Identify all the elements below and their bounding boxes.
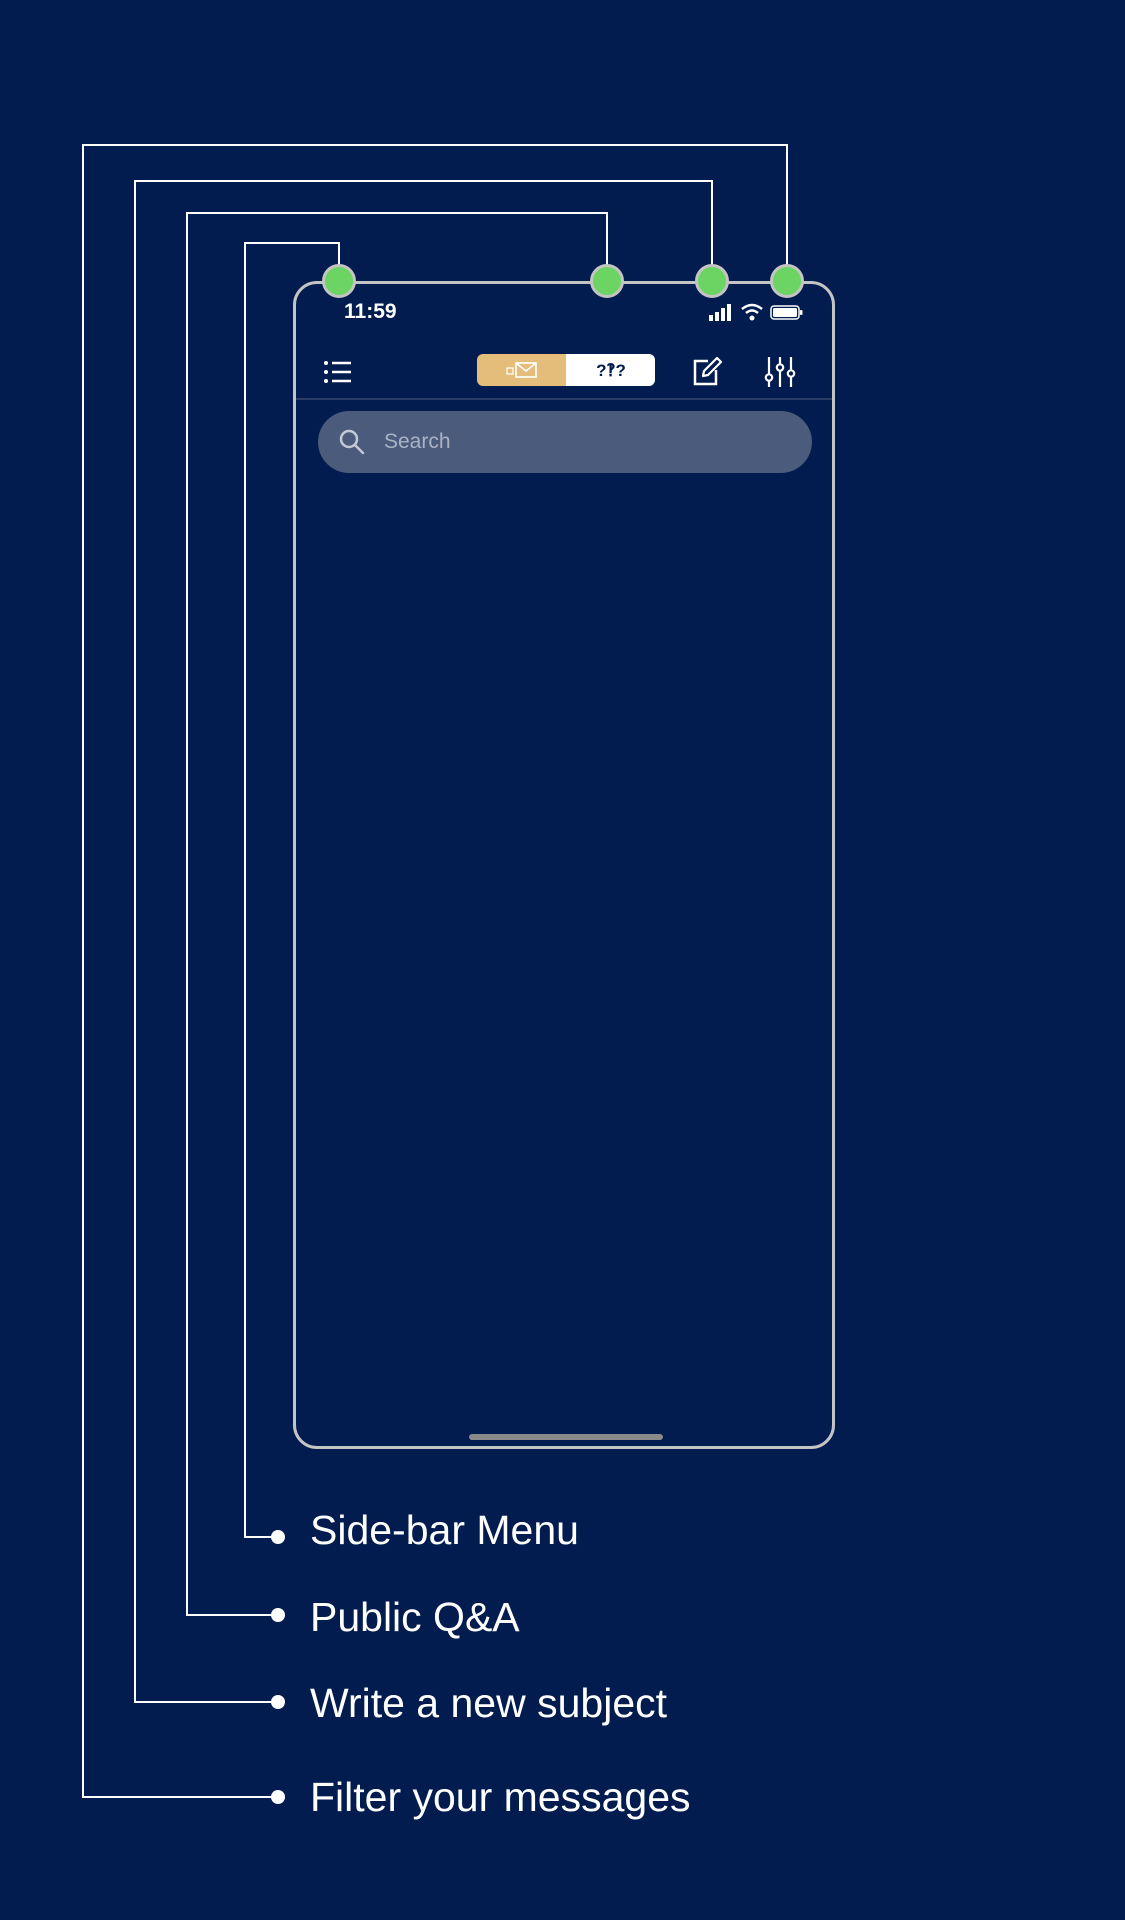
- battery-icon: [770, 305, 803, 320]
- sliders-icon: [764, 357, 796, 387]
- status-time: 11:59: [344, 300, 397, 323]
- svg-text:?‽?: ?‽?: [596, 361, 626, 380]
- marker-dot: [695, 264, 729, 298]
- connector-end-dot: [271, 1608, 285, 1622]
- segment-public-qa[interactable]: ?‽?: [566, 354, 655, 386]
- mode-segmented-control: ?‽?: [477, 354, 655, 386]
- connector-end-dot: [271, 1790, 285, 1804]
- marker-dot: [322, 264, 356, 298]
- compose-button[interactable]: [688, 354, 724, 390]
- callout-side-bar-menu: Side-bar Menu: [310, 1507, 579, 1553]
- wifi-icon: [741, 303, 763, 321]
- marker-dot: [590, 264, 624, 298]
- phone-screen: 11:59 ?‽? Search: [293, 281, 835, 1449]
- annotated-screenshot: 11:59 ?‽? Search Side-bar Menu Public Q&…: [0, 0, 1125, 1920]
- callout-filter-messages: Filter your messages: [310, 1774, 691, 1820]
- compose-icon: [693, 356, 723, 386]
- list-icon: [324, 361, 351, 383]
- segment-messages[interactable]: [477, 354, 566, 386]
- marker-dot: [770, 264, 804, 298]
- callout-public-qa: Public Q&A: [310, 1594, 520, 1640]
- connector-end-dot: [271, 1695, 285, 1709]
- header-divider: [296, 398, 832, 400]
- sidebar-menu-button[interactable]: [320, 354, 356, 390]
- signal-icon: [709, 304, 731, 321]
- search-bar[interactable]: [318, 411, 812, 473]
- envelope-icon: [505, 362, 537, 378]
- search-icon: [339, 429, 365, 455]
- connector-end-dot: [271, 1530, 285, 1544]
- home-indicator: [469, 1434, 663, 1440]
- callout-write-new-subject: Write a new subject: [310, 1680, 668, 1726]
- filter-button[interactable]: [762, 354, 798, 390]
- search-input[interactable]: [384, 411, 784, 473]
- question-marks-icon: ?‽?: [596, 361, 626, 380]
